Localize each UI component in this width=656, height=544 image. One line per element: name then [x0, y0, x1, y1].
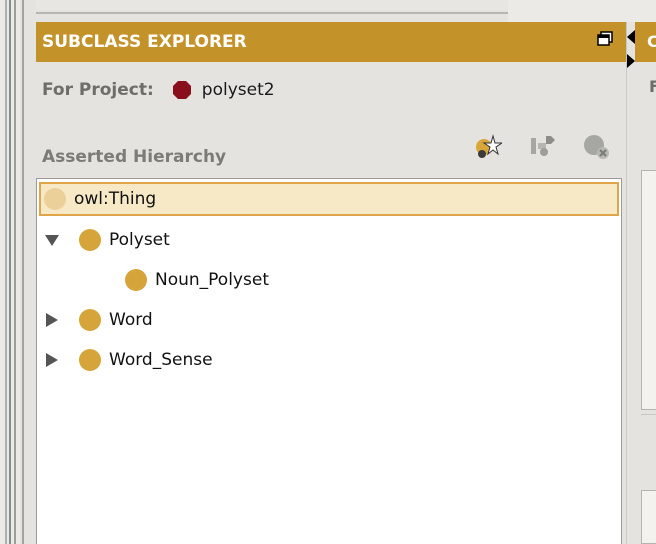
left-divider	[5, 0, 7, 544]
project-label: For Project:	[42, 80, 154, 100]
class-tree: owl:Thing Polyset Noun_Polyset Word Word…	[36, 178, 622, 544]
expand-right-icon[interactable]	[45, 313, 59, 327]
expand-right-icon[interactable]	[627, 54, 635, 68]
adjacent-label-char: F	[649, 77, 656, 96]
adjacent-list	[641, 170, 656, 410]
tree-item-label: Word	[109, 310, 153, 330]
delete-class-icon[interactable]	[583, 132, 611, 160]
adjacent-separator	[641, 414, 656, 415]
top-divider	[36, 12, 508, 14]
tree-row-noun-polyset[interactable]: Noun_Polyset	[125, 263, 269, 297]
class-icon	[79, 229, 101, 251]
adjacent-list	[641, 490, 656, 544]
adjacent-panel: C F	[626, 22, 656, 544]
collapse-left-icon[interactable]	[627, 30, 635, 44]
expand-down-icon[interactable]	[45, 233, 59, 247]
class-icon	[79, 349, 101, 371]
tree-root-row[interactable]: owl:Thing	[39, 182, 619, 216]
left-divider	[22, 0, 24, 544]
top-right-area	[508, 0, 656, 24]
tree-item-label: Polyset	[109, 230, 170, 250]
expand-right-icon[interactable]	[45, 353, 59, 367]
asserted-hierarchy-label: Asserted Hierarchy	[42, 147, 227, 167]
class-icon	[125, 269, 147, 291]
tree-item-label: owl:Thing	[74, 189, 157, 209]
project-row: For Project: polyset2	[42, 78, 275, 102]
tree-item-label: Noun_Polyset	[155, 270, 269, 290]
project-name: polyset2	[201, 80, 275, 100]
adjacent-header-char: C	[647, 32, 656, 51]
tree-item-label: Word_Sense	[109, 350, 213, 370]
class-icon	[44, 188, 66, 210]
left-divider	[14, 0, 16, 544]
subclass-explorer-panel: SUBCLASS EXPLORER For Project: polyset2 …	[36, 22, 626, 544]
tree-row-word[interactable]: Word	[45, 303, 153, 337]
left-divider	[9, 0, 11, 544]
top-gap	[36, 0, 508, 10]
maximize-icon[interactable]	[597, 31, 613, 47]
tree-row-word-sense[interactable]: Word_Sense	[45, 343, 213, 377]
class-icon	[79, 309, 101, 331]
tree-row-polyset[interactable]: Polyset	[45, 223, 170, 257]
panel-header: SUBCLASS EXPLORER	[36, 22, 626, 62]
add-sibling-icon[interactable]	[529, 132, 557, 160]
add-subclass-icon[interactable]	[474, 132, 502, 160]
project-icon	[172, 81, 191, 99]
